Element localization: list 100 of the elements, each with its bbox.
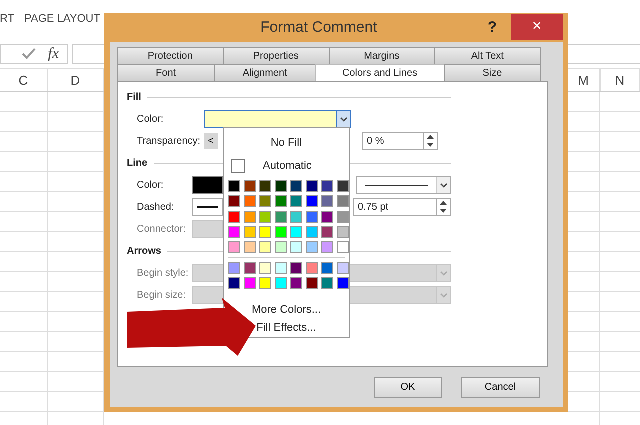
dash-dropdown[interactable] <box>192 198 223 216</box>
slider-left-button[interactable]: < <box>204 133 218 149</box>
dialog-button[interactable]: OK <box>374 376 442 398</box>
color-swatch[interactable] <box>259 241 271 254</box>
tab[interactable]: Size <box>444 64 541 81</box>
color-swatch[interactable] <box>290 180 302 192</box>
color-swatch[interactable] <box>336 180 348 192</box>
color-swatch[interactable] <box>228 262 240 274</box>
color-swatch[interactable] <box>321 226 333 238</box>
color-swatch[interactable] <box>228 241 240 254</box>
menu-item[interactable]: No Fill <box>228 132 349 154</box>
color-swatch[interactable] <box>274 180 286 192</box>
color-swatch[interactable] <box>244 262 256 274</box>
tab[interactable]: Properties <box>222 47 330 64</box>
section-heading: Line <box>127 158 148 168</box>
color-swatch[interactable] <box>274 226 286 238</box>
color-swatch[interactable] <box>228 180 240 192</box>
color-swatch-dropdown[interactable] <box>192 176 223 194</box>
color-swatch[interactable] <box>259 277 271 290</box>
close-button[interactable]: × <box>511 14 563 40</box>
window-title: Format Comment <box>260 19 378 36</box>
color-swatch[interactable] <box>259 262 271 274</box>
automatic-swatch <box>231 158 245 173</box>
color-swatch[interactable] <box>228 226 240 238</box>
color-swatch[interactable] <box>259 210 271 222</box>
color-swatch[interactable] <box>259 180 271 192</box>
color-swatch[interactable] <box>321 180 333 192</box>
menu-item[interactable]: Automatic <box>228 154 349 178</box>
insert-function-button[interactable]: fx <box>48 46 59 62</box>
color-swatch[interactable] <box>244 210 256 222</box>
color-swatch[interactable] <box>306 241 318 254</box>
color-swatch[interactable] <box>290 195 302 208</box>
color-swatch[interactable] <box>321 277 333 290</box>
field-label: Begin size: <box>137 290 187 300</box>
color-swatch[interactable] <box>306 226 318 238</box>
connector-field[interactable] <box>192 220 223 238</box>
color-swatch[interactable] <box>306 180 318 192</box>
color-swatch[interactable] <box>306 195 318 208</box>
field-label: Dashed: <box>137 202 176 212</box>
color-swatch[interactable] <box>290 277 302 290</box>
color-swatch[interactable] <box>336 226 348 238</box>
color-swatch[interactable] <box>336 195 348 208</box>
color-swatch[interactable] <box>336 210 348 222</box>
color-swatch[interactable] <box>290 226 302 238</box>
color-swatch[interactable] <box>321 195 333 208</box>
spin-buttons[interactable] <box>437 198 451 216</box>
color-swatch[interactable] <box>306 277 318 290</box>
section-heading: Arrows <box>127 246 162 256</box>
spin-field[interactable]: 0 % <box>362 132 424 150</box>
color-swatch[interactable] <box>306 262 318 274</box>
color-swatch[interactable] <box>274 210 286 222</box>
color-swatch[interactable] <box>290 210 302 222</box>
color-swatch[interactable] <box>290 241 302 254</box>
color-swatch[interactable] <box>228 210 240 222</box>
color-swatch[interactable] <box>274 241 286 254</box>
color-swatch[interactable] <box>321 210 333 222</box>
color-swatch[interactable] <box>259 195 271 208</box>
color-swatch[interactable] <box>274 277 286 290</box>
color-swatch[interactable] <box>274 262 286 274</box>
ribbon-tab[interactable]: RT <box>0 13 14 25</box>
line-style-dropdown[interactable] <box>356 176 451 194</box>
chevron-down-icon <box>338 114 348 124</box>
field-label: Begin style: <box>137 268 190 278</box>
color-swatch[interactable] <box>321 262 333 274</box>
menu-item-label: Automatic <box>263 160 312 172</box>
color-swatch[interactable] <box>244 226 256 238</box>
tab[interactable]: Alignment <box>214 64 316 81</box>
color-swatch[interactable] <box>244 277 256 290</box>
spin-field[interactable]: 0.75 pt <box>353 198 437 216</box>
chevron-down-icon <box>438 290 448 300</box>
column-header[interactable]: N <box>600 69 640 91</box>
color-swatch[interactable] <box>336 277 348 290</box>
color-swatch[interactable] <box>228 195 240 208</box>
field-label: Color: <box>137 114 165 124</box>
field-label: Connector: <box>137 224 187 234</box>
column-header[interactable]: C <box>0 69 48 91</box>
tab[interactable]: Colors and Lines <box>315 64 445 81</box>
dialog-button[interactable]: Cancel <box>461 376 540 398</box>
color-swatch[interactable] <box>259 226 271 238</box>
spin-buttons[interactable] <box>424 132 438 150</box>
color-swatch[interactable] <box>290 262 302 274</box>
color-swatch[interactable] <box>244 180 256 192</box>
field-label: Transparency: <box>137 136 202 146</box>
color-swatch[interactable] <box>274 195 286 208</box>
color-swatch[interactable] <box>244 241 256 254</box>
tab[interactable]: Protection <box>117 47 224 64</box>
color-swatch[interactable] <box>228 277 240 290</box>
color-swatch[interactable] <box>336 241 348 254</box>
help-button[interactable]: ? <box>488 19 497 36</box>
tab[interactable]: Font <box>117 64 216 81</box>
color-dropdown[interactable] <box>204 110 351 128</box>
color-swatch[interactable] <box>321 241 333 254</box>
section-heading: Fill <box>127 92 142 102</box>
chevron-down-icon <box>438 268 448 278</box>
color-swatch[interactable] <box>336 262 348 274</box>
color-swatch[interactable] <box>306 210 318 222</box>
ribbon-tab[interactable]: PAGE LAYOUT <box>24 13 100 25</box>
tab[interactable]: Margins <box>328 47 436 64</box>
tab[interactable]: Alt Text <box>434 47 541 64</box>
color-swatch[interactable] <box>244 195 256 208</box>
